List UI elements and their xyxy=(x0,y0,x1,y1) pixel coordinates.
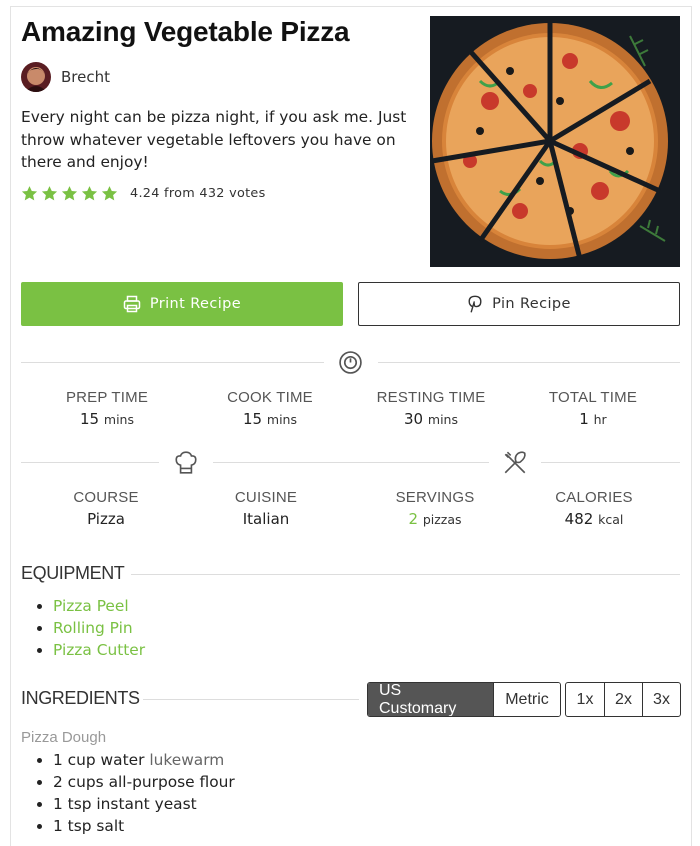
servings-value[interactable]: 2 xyxy=(408,510,418,528)
recipe-title: Amazing Vegetable Pizza xyxy=(21,16,350,47)
star-icon[interactable] xyxy=(61,185,78,202)
list-item[interactable]: Rolling Pin xyxy=(36,617,145,639)
list-item[interactable]: Pizza Peel xyxy=(36,595,145,617)
course-label: COURSE xyxy=(73,489,139,506)
calories-label: CALORIES xyxy=(555,489,633,506)
course: COURSE Pizza xyxy=(26,489,186,528)
list-item: 1 cup water lukewarm xyxy=(37,749,235,771)
author: Brecht xyxy=(21,62,110,92)
ingredient-text: 1 cup water xyxy=(53,751,145,769)
total-time: TOTAL TIME 1 hr xyxy=(513,389,673,428)
resting-time-value: 30 xyxy=(404,410,424,428)
ingredient-group-heading: Pizza Dough xyxy=(21,729,107,746)
servings-label: SERVINGS xyxy=(395,489,475,506)
list-item[interactable]: Pizza Cutter xyxy=(36,639,145,661)
ingredient-list: 1 cup water lukewarm 2 cups all-purpose … xyxy=(37,749,235,837)
star-icon[interactable] xyxy=(101,185,118,202)
cuisine: CUISINE Italian xyxy=(186,489,346,528)
pin-recipe-button[interactable]: Pin Recipe xyxy=(358,282,680,326)
cook-time-label: COOK TIME xyxy=(227,389,313,406)
print-recipe-button[interactable]: Print Recipe xyxy=(21,282,343,326)
calories-value: 482 xyxy=(564,510,594,528)
chef-hat-icon xyxy=(173,450,199,480)
recipe-summary: Every night can be pizza night, if you a… xyxy=(21,108,407,171)
scale-3x-button[interactable]: 3x xyxy=(642,683,680,716)
avatar xyxy=(21,62,51,92)
recipe-image xyxy=(430,16,680,267)
divider xyxy=(21,462,159,463)
cook-time-value: 15 xyxy=(243,410,263,428)
ingredient-text: 1 tsp salt xyxy=(53,817,125,835)
cook-time: COOK TIME 15 mins xyxy=(190,389,350,428)
total-time-value: 1 xyxy=(579,410,589,428)
total-time-label: TOTAL TIME xyxy=(548,389,638,406)
divider xyxy=(541,462,680,463)
resting-time: RESTING TIME 30 mins xyxy=(351,389,511,428)
servings-scale-toggle[interactable]: 1x 2x 3x xyxy=(565,682,681,717)
servings-unit: pizzas xyxy=(422,512,462,527)
star-icon[interactable] xyxy=(81,185,98,202)
list-item: 1 tsp instant yeast xyxy=(37,793,235,815)
cuisine-value: Italian xyxy=(242,510,290,528)
rating[interactable]: 4.24 from 432 votes xyxy=(21,185,266,202)
equipment-heading: EQUIPMENT xyxy=(21,563,125,583)
metric-button[interactable]: Metric xyxy=(493,683,560,716)
ingredient-text: 2 cups all-purpose flour xyxy=(53,773,235,791)
servings: SERVINGS 2 pizzas xyxy=(355,489,515,528)
fork-knife-icon xyxy=(502,450,528,480)
star-icon[interactable] xyxy=(41,185,58,202)
resting-time-unit: mins xyxy=(427,412,458,427)
divider xyxy=(21,362,324,363)
course-value: Pizza xyxy=(87,510,125,528)
calories-unit: kcal xyxy=(598,512,624,527)
resting-time-label: RESTING TIME xyxy=(376,389,486,406)
star-icon[interactable] xyxy=(21,185,38,202)
pin-recipe-label: Pin Recipe xyxy=(492,296,571,312)
ingredient-note: lukewarm xyxy=(149,751,225,769)
ingredients-heading: INGREDIENTS xyxy=(21,688,140,708)
divider xyxy=(378,362,680,363)
prep-time-unit: mins xyxy=(103,412,134,427)
timer-icon xyxy=(338,350,363,379)
equipment-list: Pizza Peel Rolling Pin Pizza Cutter xyxy=(36,595,145,661)
printer-icon xyxy=(123,295,141,313)
prep-time-label: PREP TIME xyxy=(65,389,149,406)
divider xyxy=(143,699,359,700)
total-time-unit: hr xyxy=(593,412,607,427)
ingredient-text: 1 tsp instant yeast xyxy=(53,795,197,813)
list-item: 2 cups all-purpose flour xyxy=(37,771,235,793)
rating-text: 4.24 from 432 votes xyxy=(130,186,266,201)
pinterest-icon xyxy=(468,295,482,313)
calories: CALORIES 482 kcal xyxy=(514,489,674,528)
print-recipe-label: Print Recipe xyxy=(149,296,242,312)
prep-time-value: 15 xyxy=(80,410,100,428)
cuisine-label: CUISINE xyxy=(234,489,298,506)
divider xyxy=(131,574,680,575)
prep-time: PREP TIME 15 mins xyxy=(27,389,187,428)
us-customary-button[interactable]: US Customary xyxy=(368,683,493,716)
list-item: 1 tsp salt xyxy=(37,815,235,837)
scale-1x-button[interactable]: 1x xyxy=(566,683,604,716)
rating-stars[interactable] xyxy=(21,185,121,202)
scale-2x-button[interactable]: 2x xyxy=(604,683,642,716)
divider xyxy=(213,462,489,463)
cook-time-unit: mins xyxy=(266,412,297,427)
unit-system-toggle[interactable]: US Customary Metric xyxy=(367,682,561,717)
author-name[interactable]: Brecht xyxy=(61,68,110,86)
